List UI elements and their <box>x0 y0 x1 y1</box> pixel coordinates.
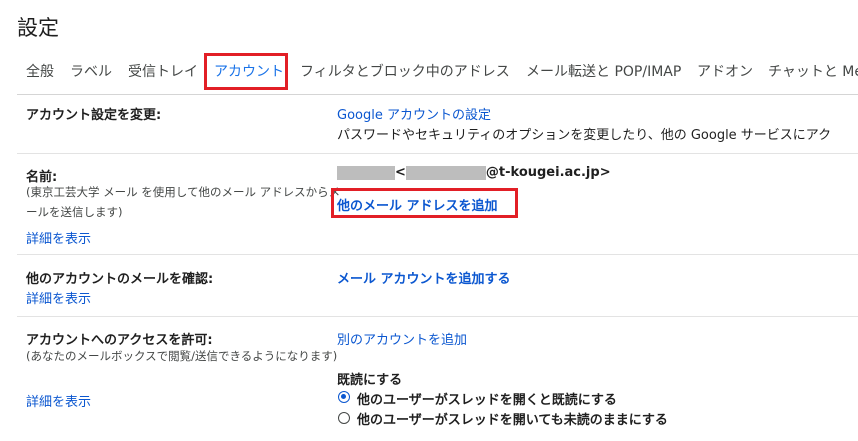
change-account-label: アカウント設定を変更: <box>26 108 162 123</box>
add-mail-account-link[interactable]: メール アカウントを追加する <box>337 268 511 287</box>
email-open-bracket: < <box>395 165 406 180</box>
google-account-settings-link[interactable]: Google アカウントの設定 <box>337 104 491 123</box>
sender-address: < @t-kougei.ac.jp> <box>337 165 611 180</box>
tab-forwarding-pop-imap[interactable]: メール転送と POP/IMAP <box>526 52 681 92</box>
check-mail-label: 他のアカウントのメールを確認: <box>26 272 214 287</box>
add-another-account-link[interactable]: 別のアカウントを追加 <box>337 329 467 348</box>
keep-unread-option-label[interactable]: 他のユーザーがスレッドを開いても未読のままにする <box>357 409 668 428</box>
keep-unread-radio[interactable] <box>338 412 350 424</box>
mark-as-read-heading: 既読にする <box>337 373 403 388</box>
redacted-name <box>337 165 395 180</box>
grant-access-note: (あなたのメールボックスで閲覧/送信できるようになります) <box>26 349 338 363</box>
section-divider <box>17 316 858 317</box>
section-divider <box>17 254 858 255</box>
name-note: (東京工芸大学 メール を使用して他のメール アドレスからメールを送信します) <box>26 185 341 219</box>
mark-read-radio[interactable] <box>338 391 350 403</box>
tab-general[interactable]: 全般 <box>26 52 54 92</box>
change-account-description: パスワードやセキュリティのオプションを変更したり、他の Google サービスに… <box>337 128 832 143</box>
tab-filters[interactable]: フィルタとブロック中のアドレス <box>300 52 510 92</box>
tab-addons[interactable]: アドオン <box>697 52 753 92</box>
check-mail-details-link[interactable]: 詳細を表示 <box>26 288 91 307</box>
tab-inbox[interactable]: 受信トレイ <box>128 52 198 92</box>
tab-accounts-highlight <box>204 53 288 90</box>
page-title: 設定 <box>17 16 59 40</box>
section-divider <box>17 153 858 154</box>
tab-labels[interactable]: ラベル <box>70 52 112 92</box>
name-details-link[interactable]: 詳細を表示 <box>26 228 91 247</box>
tabs-divider <box>17 94 858 95</box>
redacted-email-user <box>405 165 486 180</box>
add-email-highlight <box>331 188 518 218</box>
email-domain: @t-kougei.ac.jp> <box>485 165 611 180</box>
tab-chat-meet[interactable]: チャットと Me <box>768 52 858 92</box>
grant-access-details-link[interactable]: 詳細を表示 <box>26 391 91 410</box>
mark-read-option-label[interactable]: 他のユーザーがスレッドを開くと既読にする <box>357 389 617 408</box>
settings-tabs: 全般 ラベル 受信トレイ アカウント フィルタとブロック中のアドレス メール転送… <box>0 52 858 92</box>
